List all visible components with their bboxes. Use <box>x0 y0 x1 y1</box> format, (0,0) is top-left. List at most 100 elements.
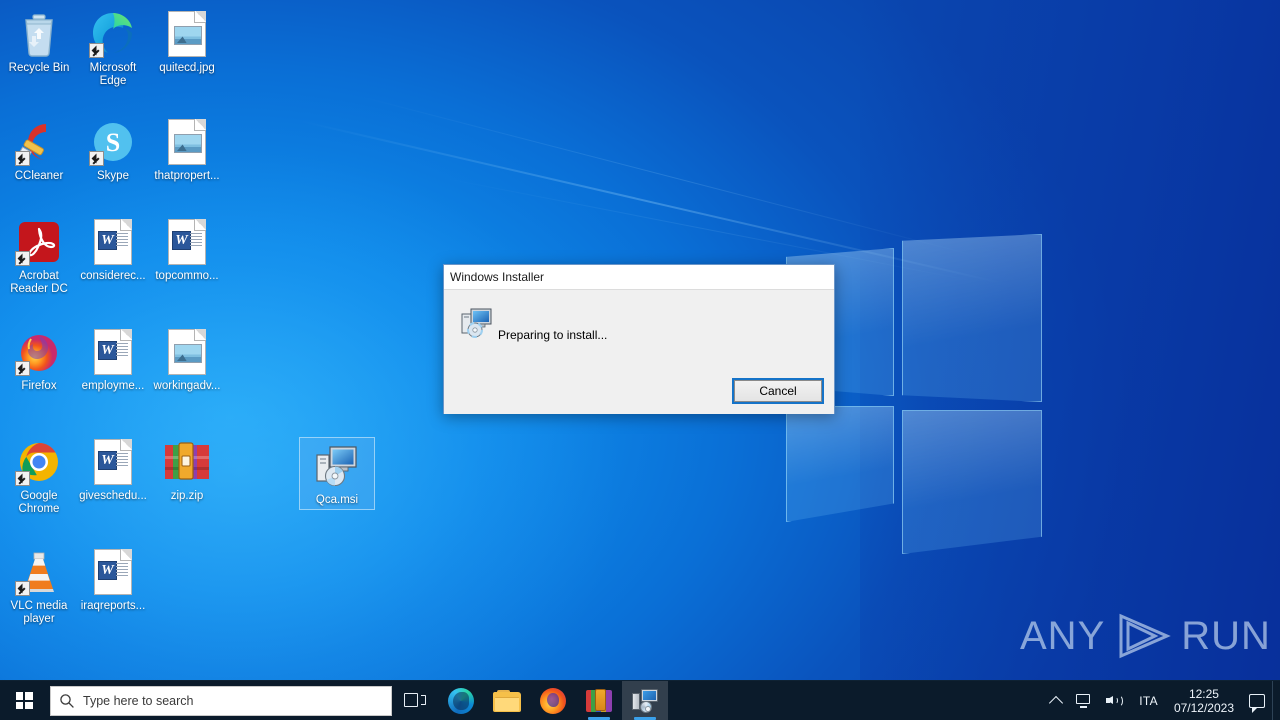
clock[interactable]: 12:25 07/12/2023 <box>1166 687 1242 715</box>
logo-pane-top-right <box>902 234 1042 402</box>
skype-icon: S <box>89 118 137 166</box>
desktop-icon[interactable]: Wiraqreports... <box>76 548 150 613</box>
shortcut-arrow-icon <box>15 471 30 486</box>
edge-icon <box>448 687 474 714</box>
word-doc-icon: W <box>163 218 211 266</box>
desktop-icon[interactable]: Firefox <box>2 328 76 393</box>
acrobat-icon <box>15 218 63 266</box>
desktop-icon-label: Google Chrome <box>18 490 60 515</box>
taskbar-winrar-button[interactable] <box>576 681 622 720</box>
msi-installer-icon <box>632 688 658 713</box>
desktop-icon-label: Microsoft Edge <box>89 62 137 87</box>
desktop-icon-label: Qca.msi <box>315 494 359 506</box>
taskbar-windows-installer-button[interactable] <box>622 680 668 720</box>
desktop-icon-label: quitecd.jpg <box>159 62 215 74</box>
desktop-icon[interactable]: S Skype <box>76 118 150 183</box>
image-doc-icon <box>163 118 211 166</box>
tray-overflow-button[interactable] <box>1044 681 1068 720</box>
taskbar-edge-button[interactable] <box>438 681 484 720</box>
clock-time: 12:25 <box>1188 686 1219 701</box>
network-icon <box>1075 693 1092 708</box>
desktop-icon[interactable]: Google Chrome <box>2 438 76 516</box>
desktop-icon[interactable]: Wtopcommo... <box>150 218 224 283</box>
desktop-icon-label: iraqreports... <box>80 600 146 612</box>
shortcut-arrow-icon <box>89 151 104 166</box>
start-button[interactable] <box>0 681 48 720</box>
word-doc-icon: W <box>89 548 137 596</box>
logo-pane-bottom-left <box>786 406 894 522</box>
desktop-icon[interactable]: Microsoft Edge <box>76 10 150 88</box>
desktop-icon[interactable]: VLC media player <box>2 548 76 626</box>
search-placeholder: Type here to search <box>83 693 194 708</box>
shortcut-arrow-icon <box>15 251 30 266</box>
desktop-icon[interactable]: Recycle Bin <box>2 10 76 75</box>
system-tray[interactable]: ITA 12:25 07/12/2023 <box>1044 680 1280 720</box>
desktop-icon-label: Skype <box>97 170 129 182</box>
word-doc-icon: W <box>89 328 137 376</box>
windows-logo-icon <box>15 692 33 709</box>
winrar-icon <box>586 688 612 712</box>
winrar-archive-icon <box>163 438 211 486</box>
desktop-icon-label: CCleaner <box>14 170 64 182</box>
language-indicator[interactable]: ITA <box>1131 694 1166 708</box>
image-doc-icon <box>163 10 211 58</box>
desktop-icon[interactable]: quitecd.jpg <box>150 10 224 75</box>
taskbar-firefox-button[interactable] <box>530 681 576 720</box>
dialog-title: Windows Installer <box>450 270 545 284</box>
chrome-icon <box>15 438 63 486</box>
word-doc-icon: W <box>89 218 137 266</box>
volume-icon <box>1106 693 1124 708</box>
desktop-icon-label: VLC media player <box>10 600 68 625</box>
desktop-icon-label: topcommo... <box>155 270 219 282</box>
dialog-titlebar[interactable]: Windows Installer <box>444 265 834 290</box>
desktop-icon[interactable]: Qca.msi <box>299 437 375 510</box>
volume-button[interactable] <box>1099 681 1131 720</box>
dialog-body: Preparing to install... Cancel <box>444 290 834 414</box>
desktop-icon[interactable]: thatpropert... <box>150 118 224 183</box>
shortcut-arrow-icon <box>15 361 30 376</box>
file-explorer-icon <box>493 689 521 712</box>
shortcut-arrow-icon <box>15 151 30 166</box>
clock-date: 07/12/2023 <box>1173 700 1234 715</box>
installer-package-icon <box>461 306 493 338</box>
action-center-icon <box>1249 693 1265 713</box>
recycle-bin-icon <box>15 10 63 58</box>
desktop-icon-label: Firefox <box>21 380 57 392</box>
running-indicator <box>588 717 610 720</box>
desktop-icon[interactable]: Wgiveschedu... <box>76 438 150 503</box>
cancel-button[interactable]: Cancel <box>732 378 824 404</box>
desktop-icon-label: thatpropert... <box>154 170 220 182</box>
network-button[interactable] <box>1068 681 1099 720</box>
taskbar[interactable]: Type here to search ITA 12:25 07/12/2023 <box>0 680 1280 720</box>
running-indicator <box>634 717 656 720</box>
msi-package-icon <box>313 442 361 490</box>
desktop-icon[interactable]: Wconsiderec... <box>76 218 150 283</box>
desktop-icon-label: workingadv... <box>153 380 221 392</box>
task-view-icon <box>404 692 426 710</box>
dialog-message: Preparing to install... <box>498 328 608 342</box>
vlc-icon <box>15 548 63 596</box>
desktop-icon-label: employme... <box>81 380 145 392</box>
desktop-icon-label: Acrobat Reader DC <box>10 270 68 295</box>
desktop-icon-label: considerec... <box>80 270 146 282</box>
logo-pane-bottom-right <box>902 410 1042 554</box>
desktop-icon[interactable]: zip.zip <box>150 438 224 503</box>
desktop[interactable]: ANY RUN Recycle Bin Microsoft Edge quite… <box>0 0 1280 720</box>
shortcut-arrow-icon <box>15 581 30 596</box>
word-doc-icon: W <box>89 438 137 486</box>
desktop-icon[interactable]: CCleaner <box>2 118 76 183</box>
task-view-button[interactable] <box>392 681 438 720</box>
taskbar-file-explorer-button[interactable] <box>484 681 530 720</box>
desktop-icon[interactable]: workingadv... <box>150 328 224 393</box>
action-center-button[interactable] <box>1242 681 1272 720</box>
desktop-icon-label: zip.zip <box>170 490 204 502</box>
image-doc-icon <box>163 328 211 376</box>
desktop-icon[interactable]: Wemployme... <box>76 328 150 393</box>
windows-installer-dialog[interactable]: Windows Installer Preparing to install..… <box>443 264 835 414</box>
search-input[interactable]: Type here to search <box>50 685 392 716</box>
firefox-icon <box>15 328 63 376</box>
show-desktop-button[interactable] <box>1272 680 1278 720</box>
desktop-icon[interactable]: Acrobat Reader DC <box>2 218 76 296</box>
chevron-up-icon <box>1049 695 1064 710</box>
firefox-icon <box>540 687 566 714</box>
